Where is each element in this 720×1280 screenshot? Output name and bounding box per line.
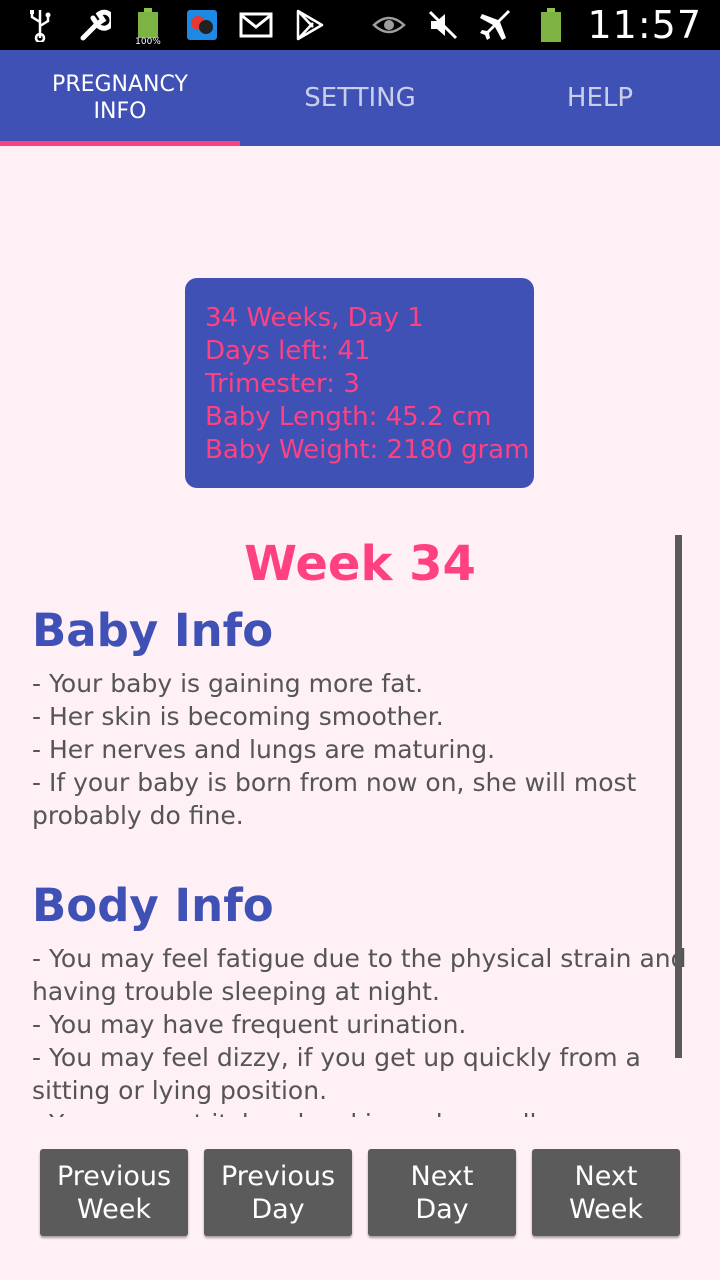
tab-pregnancy-info[interactable]: PREGNANCY INFO [0,50,240,146]
tab-pregnancy-info-label: PREGNANCY INFO [52,72,188,124]
list-item: having trouble sleeping at night. [32,977,440,1006]
week-day-text: 34 Weeks, Day 1 [205,303,424,333]
app-icon [184,7,220,43]
list-item: - You may have frequent urination. [32,1010,467,1039]
battery-full-icon: 100% [130,7,166,47]
baby-info-text: - Your baby is gaining more fat. - Her s… [32,667,692,832]
tab-indicator [0,141,240,146]
list-item: - Her nerves and lungs are maturing. [32,735,496,764]
scrollbar[interactable] [675,535,682,1058]
trimester-text: Trimester: 3 [205,369,360,399]
status-bar-right: 11:57 [371,3,702,47]
airplane-icon [479,7,515,43]
list-item: - You may get itchy, dry skin and a swol… [32,1107,692,1117]
day-navigation-bar: Previous Week Previous Day Next Day Next… [0,1149,720,1237]
baby-info-title: Baby Info [32,604,274,657]
clock: 11:57 [587,3,702,47]
list-item: - If your baby is born from now on, she … [32,768,637,797]
list-item: - Your baby is gaining more fat. [32,669,424,698]
list-item: probably do fine. [32,801,244,830]
mute-icon [425,7,461,43]
baby-weight-text: Baby Weight: 2180 gram [205,435,530,465]
previous-week-button[interactable]: Previous Week [40,1149,188,1236]
list-item: - You may feel dizzy, if you get up quic… [32,1043,641,1072]
previous-day-button[interactable]: Previous Day [204,1149,352,1236]
next-day-button[interactable]: Next Day [368,1149,516,1236]
battery-icon [533,7,569,43]
list-item: - You may feel fatigue due to the physic… [32,944,687,973]
play-store-icon [292,7,328,43]
pregnancy-summary-card: 34 Weeks, Day 1 Days left: 41 Trimester:… [185,278,534,488]
week-info-scroll-area[interactable]: Week 34 Baby Info - Your baby is gaining… [0,530,720,1117]
body-info-title: Body Info [32,879,274,932]
gmail-icon [238,7,274,43]
body-info-text: - You may feel fatigue due to the physic… [32,942,692,1117]
battery-percent-label: 100% [135,37,161,47]
tab-setting-label: SETTING [304,83,416,113]
status-bar: 100% 11:57 [0,0,720,50]
tab-help-label: HELP [566,83,634,113]
tab-setting[interactable]: SETTING [240,50,480,146]
usb-icon [22,7,58,43]
status-bar-left: 100% [22,7,328,47]
next-week-button[interactable]: Next Week [532,1149,680,1236]
tab-bar: PREGNANCY INFO SETTING HELP [0,50,720,146]
list-item: sitting or lying position. [32,1076,328,1105]
week-title: Week 34 [244,536,476,592]
wrench-icon [76,7,112,43]
eye-icon [371,7,407,43]
tab-help[interactable]: HELP [480,50,720,146]
baby-length-text: Baby Length: 45.2 cm [205,402,492,432]
list-item: - Her skin is becoming smoother. [32,702,444,731]
days-left-text: Days left: 41 [205,336,371,366]
